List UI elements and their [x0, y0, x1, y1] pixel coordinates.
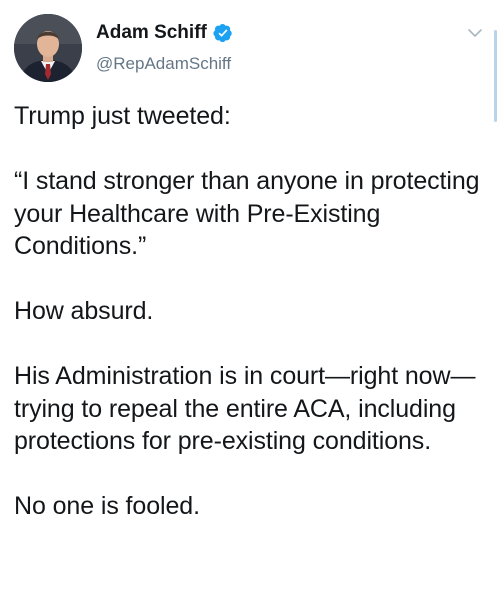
- verified-badge-icon: [213, 24, 232, 43]
- scrollbar[interactable]: [494, 30, 497, 122]
- author-name-row: Adam Schiff: [96, 20, 233, 46]
- tweet-paragraph: No one is fooled.: [14, 492, 200, 520]
- author-handle[interactable]: @RepAdamSchiff: [96, 53, 231, 75]
- avatar-image: [14, 14, 82, 82]
- tweet-paragraph: “I stand stronger than anyone in protect…: [14, 167, 480, 260]
- tweet-card: Adam Schiff @RepAdamSchiff Trump just tw…: [0, 0, 500, 598]
- chevron-down-icon[interactable]: [467, 27, 483, 39]
- avatar[interactable]: [14, 14, 82, 82]
- tweet-paragraph: How absurd.: [14, 297, 154, 325]
- tweet-paragraph: His Administration is in court—right now…: [14, 362, 476, 455]
- tweet-text: Trump just tweeted: “I stand stronger th…: [14, 100, 484, 523]
- tweet-paragraph: Trump just tweeted:: [14, 102, 231, 130]
- author-display-name[interactable]: Adam Schiff: [96, 20, 207, 46]
